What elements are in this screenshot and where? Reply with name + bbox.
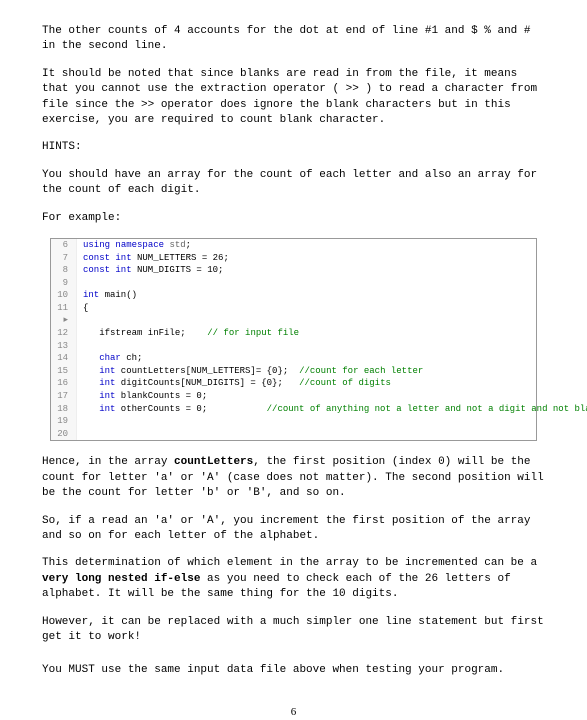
p7-bold: very long nested if-else [42,573,200,585]
hints-heading: HINTS: [42,140,545,155]
code-row: 7const int NUM_LETTERS = 26; [51,252,536,265]
paragraph-7: This determination of which element in t… [42,556,545,602]
code-row: 16 int digitCounts[NUM_DIGITS] = {0}; //… [51,377,536,390]
code-row: 13 [51,340,536,353]
code-row: 18 int otherCounts = 0; //count of anyth… [51,403,536,416]
line-number: 12 [51,327,77,340]
line-number: 14 [51,352,77,365]
code-line: const int NUM_LETTERS = 26; [77,252,229,265]
code-line: const int NUM_DIGITS = 10; [77,264,223,277]
line-number: 10 [51,289,77,302]
code-line [77,340,83,353]
line-number: 8 [51,264,77,277]
code-row: 14 char ch; [51,352,536,365]
p5-bold: countLetters [174,456,253,468]
paragraph-3: You should have an array for the count o… [42,168,545,199]
code-line [77,428,83,441]
code-line: { [77,302,88,327]
line-number: 15 [51,365,77,378]
code-line [77,415,83,428]
p7-text-a: This determination of which element in t… [42,557,537,569]
code-line: int blankCounts = 0; [77,390,207,403]
code-line: int otherCounts = 0; //count of anything… [77,403,587,416]
code-row: 6using namespace std; [51,239,536,252]
code-line: char ch; [77,352,142,365]
code-row: 17 int blankCounts = 0; [51,390,536,403]
paragraph-9: You MUST use the same input data file ab… [42,663,545,678]
line-number: 6 [51,239,77,252]
paragraph-8: However, it can be replaced with a much … [42,615,545,646]
code-row: 19 [51,415,536,428]
paragraph-2: It should be noted that since blanks are… [42,67,545,129]
p5-text-a: Hence, in the array [42,456,174,468]
code-row: 8const int NUM_DIGITS = 10; [51,264,536,277]
paragraph-5: Hence, in the array countLetters, the fi… [42,455,545,501]
paragraph-6: So, if a read an 'a' or 'A', you increme… [42,514,545,545]
code-row: 9 [51,277,536,290]
line-number: 17 [51,390,77,403]
code-row: 20 [51,428,536,441]
code-row: 15 int countLetters[NUM_LETTERS]= {0}; /… [51,365,536,378]
code-line: int main() [77,289,137,302]
code-line [77,277,83,290]
code-line: int digitCounts[NUM_DIGITS] = {0}; //cou… [77,377,391,390]
paragraph-4: For example: [42,211,545,226]
code-row: 11 ▸{ [51,302,536,327]
paragraph-1: The other counts of 4 accounts for the d… [42,24,545,55]
page-number: 6 [42,705,545,720]
line-number: 11 ▸ [51,302,77,327]
code-line: int countLetters[NUM_LETTERS]= {0}; //co… [77,365,423,378]
line-number: 13 [51,340,77,353]
line-number: 20 [51,428,77,441]
code-line: ifstream inFile; // for input file [77,327,299,340]
line-number: 18 [51,403,77,416]
line-number: 9 [51,277,77,290]
line-number: 16 [51,377,77,390]
line-number: 7 [51,252,77,265]
code-row: 10int main() [51,289,536,302]
code-line: using namespace std; [77,239,191,252]
code-block: 6using namespace std;7const int NUM_LETT… [50,238,537,442]
line-number: 19 [51,415,77,428]
code-row: 12 ifstream inFile; // for input file [51,327,536,340]
